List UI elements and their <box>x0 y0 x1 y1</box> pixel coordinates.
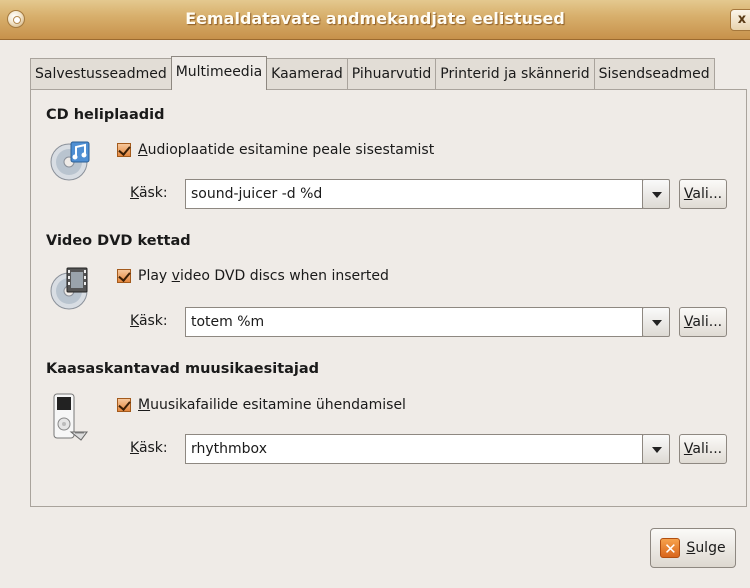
close-icon: ✕ <box>660 538 681 558</box>
section-title-dvd: Video DVD kettad <box>46 233 191 249</box>
window-title: Eemaldatavate andmekandjate eelistused <box>185 9 565 28</box>
cd-autoplay-checkbox[interactable]: Audioplaatide esitamine peale sisestamis… <box>117 142 434 158</box>
cd-choose-button[interactable]: Vali... <box>679 179 727 209</box>
music-player-command-label: Käsk: <box>130 440 168 456</box>
tab-multimeedia[interactable]: Multimeedia <box>170 56 268 90</box>
title-bar: Eemaldatavate andmekandjate eelistused x <box>0 0 750 40</box>
tab-salvestusseadmed[interactable]: Salvestusseadmed <box>30 58 172 90</box>
window-close-button[interactable]: x <box>730 9 750 31</box>
tab-sisendseadmed[interactable]: Sisendseadmed <box>593 58 715 90</box>
cd-command-label: Käsk: <box>130 185 168 201</box>
music-player-choose-button[interactable]: Vali... <box>679 434 727 464</box>
tab-bar: Salvestusseadmed Multimeedia Kaamerad Pi… <box>30 56 715 90</box>
cd-autoplay-check[interactable] <box>117 143 131 157</box>
video-dvd-icon <box>49 265 93 315</box>
tab-printerid-ja-skannerid[interactable]: Printerid ja skännerid <box>435 58 595 90</box>
tab-pihuarvutid[interactable]: Pihuarvutid <box>346 58 437 90</box>
music-player-icon <box>51 392 91 446</box>
dvd-choose-button[interactable]: Vali... <box>679 307 727 337</box>
close-button[interactable]: ✕ Sulge <box>650 528 736 568</box>
multimedia-tab-panel: CD heliplaadid Audioplaatide esitamine p… <box>30 89 747 507</box>
cd-command-input[interactable]: sound-juicer -d %d <box>185 179 643 209</box>
music-player-command-input[interactable]: rhythmbox <box>185 434 643 464</box>
dvd-command-label: Käsk: <box>130 313 168 329</box>
dvd-command-dropdown[interactable] <box>642 307 670 337</box>
dvd-autoplay-checkbox[interactable]: Play video DVD discs when inserted <box>117 268 389 284</box>
music-player-command-dropdown[interactable] <box>642 434 670 464</box>
dvd-command-input[interactable]: totem %m <box>185 307 643 337</box>
music-player-autoplay-check[interactable] <box>117 398 131 412</box>
audio-cd-icon <box>49 138 93 186</box>
music-player-autoplay-checkbox[interactable]: Muusikafailide esitamine ühendamisel <box>117 397 406 413</box>
section-title-music-player: Kaasaskantavad muusikaesitajad <box>46 361 320 377</box>
cd-command-dropdown[interactable] <box>642 179 670 209</box>
section-title-cd: CD heliplaadid <box>46 107 165 123</box>
dvd-autoplay-check[interactable] <box>117 269 131 283</box>
tab-kaamerad[interactable]: Kaamerad <box>266 58 348 90</box>
